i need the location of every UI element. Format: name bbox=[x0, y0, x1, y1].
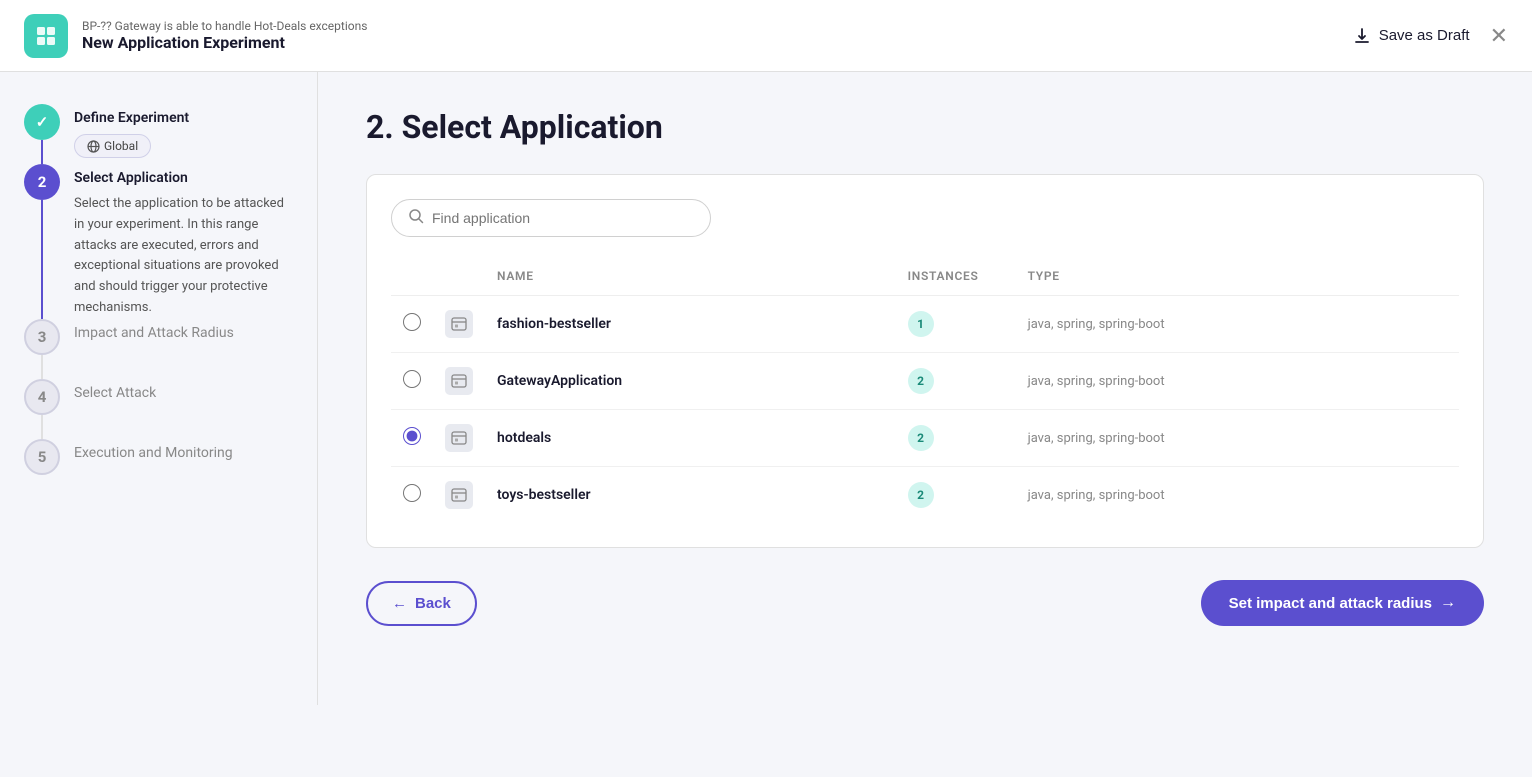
next-arrow-icon: → bbox=[1440, 594, 1456, 612]
close-icon: ✕ bbox=[1490, 23, 1508, 48]
row-radio-1[interactable] bbox=[403, 370, 421, 388]
table-body: fashion-bestseller 1 java, spring, spring-… bbox=[391, 296, 1459, 524]
step-3-left: 3 bbox=[24, 319, 60, 379]
row-name: GatewayApplication bbox=[497, 373, 622, 389]
global-label: Global bbox=[104, 139, 138, 153]
step-1-left: ✓ bbox=[24, 104, 60, 164]
next-label: Set impact and attack radius bbox=[1229, 595, 1432, 612]
search-input[interactable] bbox=[432, 210, 694, 226]
step-5-number: 5 bbox=[24, 439, 60, 475]
row-name: fashion-bestseller bbox=[497, 316, 611, 332]
row-type: java, spring, spring-boot bbox=[1028, 374, 1165, 389]
header-subtitle: BP-?? Gateway is able to handle Hot-Deal… bbox=[82, 19, 367, 33]
step-1-line bbox=[41, 140, 43, 164]
main-content: 2. Select Application NAM bbox=[318, 72, 1532, 705]
header-title-block: BP-?? Gateway is able to handle Hot-Deal… bbox=[82, 19, 367, 52]
col-type: TYPE bbox=[1016, 261, 1459, 296]
search-box[interactable] bbox=[391, 199, 711, 237]
step-3-entry: 3 Impact and Attack Radius bbox=[24, 319, 293, 379]
step-4-number: 4 bbox=[24, 379, 60, 415]
back-arrow-icon: ← bbox=[392, 595, 407, 612]
step-2-description: Select the application to be attacked in… bbox=[74, 194, 293, 319]
header-right: Save as Draft ✕ bbox=[1353, 25, 1508, 47]
step-5-content: Execution and Monitoring bbox=[74, 439, 293, 475]
step-4-entry: 4 Select Attack bbox=[24, 379, 293, 439]
table-row[interactable]: GatewayApplication 2 java, spring, spring-… bbox=[391, 353, 1459, 410]
app-row-icon bbox=[445, 424, 473, 452]
header-left: BP-?? Gateway is able to handle Hot-Deal… bbox=[24, 14, 367, 58]
step-1-number: ✓ bbox=[24, 104, 60, 140]
step-2-line bbox=[41, 200, 43, 319]
app-icon bbox=[24, 14, 68, 58]
steps-container: ✓ Define Experiment Global bbox=[24, 104, 293, 475]
application-card: NAME INSTANCES TYPE fashion-bestseller 1 j… bbox=[366, 174, 1484, 548]
row-type: java, spring, spring-boot bbox=[1028, 317, 1165, 332]
instance-badge: 2 bbox=[908, 482, 934, 508]
step-3-line bbox=[41, 355, 43, 379]
step-2-entry: 2 Select Application Select the applicat… bbox=[24, 164, 293, 319]
row-radio-3[interactable] bbox=[403, 484, 421, 502]
step-4-left: 4 bbox=[24, 379, 60, 439]
row-name: hotdeals bbox=[497, 430, 551, 446]
table-row[interactable]: hotdeals 2 java, spring, spring-boot bbox=[391, 410, 1459, 467]
table-row[interactable]: toys-bestseller 2 java, spring, spring-boo… bbox=[391, 467, 1459, 524]
step-3-number: 3 bbox=[24, 319, 60, 355]
col-select bbox=[391, 261, 433, 296]
step-2-number: 2 bbox=[24, 164, 60, 200]
back-button[interactable]: ← Back bbox=[366, 581, 477, 626]
step-5-label: Execution and Monitoring bbox=[74, 445, 293, 461]
save-draft-button[interactable]: Save as Draft bbox=[1353, 27, 1470, 45]
app-row-icon bbox=[445, 481, 473, 509]
row-radio-2[interactable] bbox=[403, 427, 421, 445]
app-row-icon bbox=[445, 367, 473, 395]
instance-badge: 1 bbox=[908, 311, 934, 337]
col-name: NAME bbox=[485, 261, 896, 296]
app-row-icon bbox=[445, 310, 473, 338]
row-radio-0[interactable] bbox=[403, 313, 421, 331]
step-5-entry: 5 Execution and Monitoring bbox=[24, 439, 293, 475]
col-instances: INSTANCES bbox=[896, 261, 1016, 296]
step-5-left: 5 bbox=[24, 439, 60, 475]
actions-bar: ← Back Set impact and attack radius → bbox=[366, 580, 1484, 626]
col-icon bbox=[433, 261, 485, 296]
app-header: BP-?? Gateway is able to handle Hot-Deal… bbox=[0, 0, 1532, 72]
step-3-label: Impact and Attack Radius bbox=[74, 325, 293, 341]
global-badge: Global bbox=[74, 134, 151, 158]
globe-icon bbox=[87, 140, 100, 153]
next-button[interactable]: Set impact and attack radius → bbox=[1201, 580, 1484, 626]
close-button[interactable]: ✕ bbox=[1490, 25, 1508, 47]
main-layout: ✓ Define Experiment Global bbox=[0, 72, 1532, 705]
step-3-content: Impact and Attack Radius bbox=[74, 319, 293, 379]
header-title: New Application Experiment bbox=[82, 33, 367, 52]
instance-badge: 2 bbox=[908, 425, 934, 451]
save-icon bbox=[1353, 27, 1371, 45]
table-header: NAME INSTANCES TYPE bbox=[391, 261, 1459, 296]
step-2-content: Select Application Select the applicatio… bbox=[74, 164, 293, 319]
save-draft-label: Save as Draft bbox=[1379, 27, 1470, 44]
step-4-content: Select Attack bbox=[74, 379, 293, 439]
row-type: java, spring, spring-boot bbox=[1028, 431, 1165, 446]
search-icon bbox=[408, 208, 424, 228]
table-row[interactable]: fashion-bestseller 1 java, spring, spring-… bbox=[391, 296, 1459, 353]
row-name: toys-bestseller bbox=[497, 487, 591, 503]
step-4-line bbox=[41, 415, 43, 439]
step-4-label: Select Attack bbox=[74, 385, 293, 401]
sidebar: ✓ Define Experiment Global bbox=[0, 72, 318, 705]
step-1-label: Define Experiment bbox=[74, 110, 293, 126]
application-table: NAME INSTANCES TYPE fashion-bestseller 1 j… bbox=[391, 261, 1459, 523]
row-type: java, spring, spring-boot bbox=[1028, 488, 1165, 503]
step-2-label: Select Application bbox=[74, 170, 293, 186]
step-2-left: 2 bbox=[24, 164, 60, 319]
step-1-entry: ✓ Define Experiment Global bbox=[24, 104, 293, 164]
back-label: Back bbox=[415, 595, 451, 612]
step-1-content: Define Experiment Global bbox=[74, 104, 293, 164]
instance-badge: 2 bbox=[908, 368, 934, 394]
page-title: 2. Select Application bbox=[366, 108, 1484, 146]
